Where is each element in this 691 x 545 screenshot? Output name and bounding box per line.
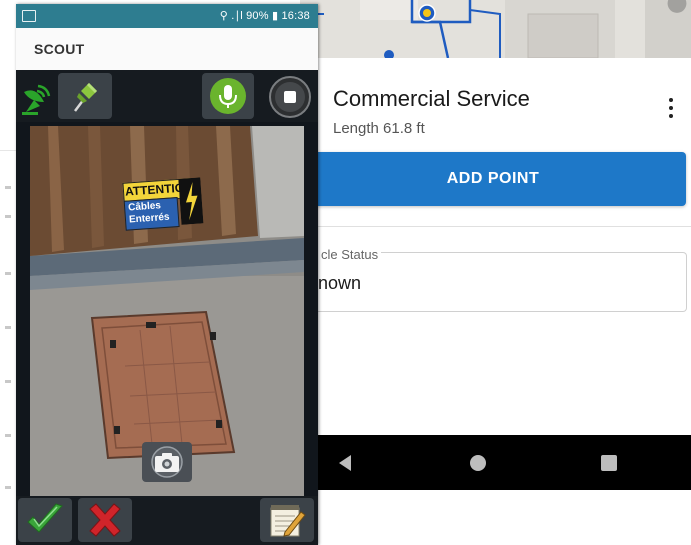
camera-icon bbox=[151, 446, 183, 478]
status-indicators: ⚲ .∣l 90% ▮ 16:38 bbox=[219, 10, 310, 22]
add-point-button[interactable]: ADD POINT bbox=[300, 152, 686, 206]
capture-toolbar bbox=[16, 70, 318, 122]
divider bbox=[300, 226, 691, 227]
check-icon bbox=[27, 503, 63, 533]
background-list-strip bbox=[0, 58, 16, 545]
app-bar: SCOUT bbox=[16, 28, 318, 70]
voice-note-button[interactable] bbox=[202, 73, 254, 119]
map-marker-icon[interactable] bbox=[417, 3, 437, 23]
gallery-notification-icon bbox=[22, 10, 36, 22]
microphone-icon bbox=[210, 78, 246, 114]
push-pin-icon bbox=[74, 83, 97, 112]
feature-bottom-sheet: Commercial Service Length 61.8 ft ADD PO… bbox=[300, 58, 691, 435]
home-circle-icon[interactable] bbox=[468, 453, 488, 473]
scout-phone-screen: ⚲ .∣l 90% ▮ 16:38 SCOUT ATTENTION Câbles… bbox=[16, 4, 318, 545]
camera-button[interactable] bbox=[142, 442, 192, 482]
record-button[interactable] bbox=[266, 73, 314, 119]
feature-length: Length 61.8 ft bbox=[333, 120, 425, 137]
satellite-dish-icon[interactable] bbox=[20, 82, 52, 116]
status-field-value[interactable]: nown bbox=[318, 273, 361, 294]
map-fab-button[interactable] bbox=[664, 0, 690, 16]
back-triangle-icon[interactable] bbox=[336, 453, 354, 473]
android-nav-bar bbox=[300, 435, 691, 490]
notepad-pencil-icon bbox=[270, 505, 306, 537]
notes-button[interactable] bbox=[260, 498, 314, 542]
bottom-action-bar bbox=[16, 496, 318, 545]
attention-sign: ATTENTION Câbles Enterrés bbox=[122, 177, 205, 231]
kebab-menu-icon[interactable] bbox=[667, 98, 677, 122]
feature-title: Commercial Service bbox=[333, 86, 530, 111]
status-field-label: cle Status bbox=[318, 247, 382, 262]
status-bar: ⚲ .∣l 90% ▮ 16:38 bbox=[16, 4, 318, 28]
record-stop-icon bbox=[269, 76, 311, 118]
map-view[interactable] bbox=[300, 0, 691, 58]
lightning-icon bbox=[178, 177, 204, 225]
app-title: SCOUT bbox=[34, 41, 85, 57]
pin-button[interactable] bbox=[58, 73, 112, 119]
recents-square-icon[interactable] bbox=[599, 453, 619, 473]
x-icon bbox=[89, 503, 121, 537]
map-node-icon[interactable] bbox=[382, 48, 396, 58]
camera-preview[interactable]: ATTENTION Câbles Enterrés bbox=[30, 126, 304, 496]
cancel-button[interactable] bbox=[78, 498, 132, 542]
confirm-button[interactable] bbox=[18, 498, 72, 542]
